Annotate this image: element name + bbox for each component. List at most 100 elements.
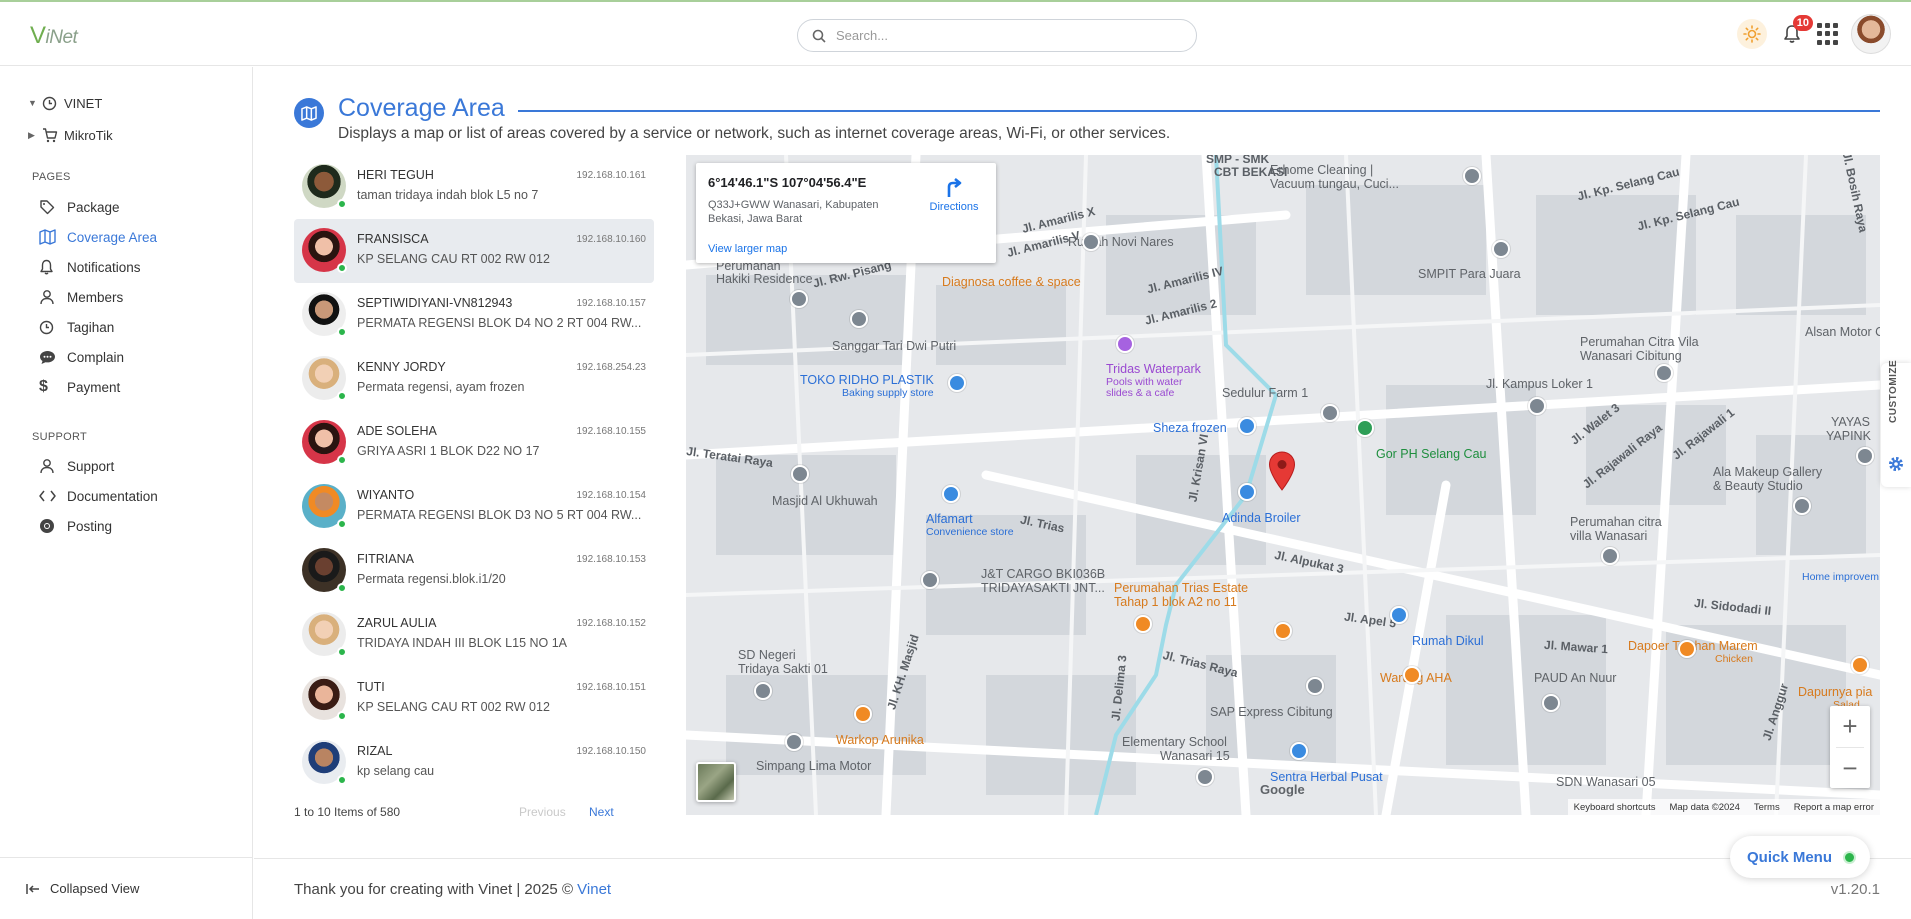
map-label: Simpang Lima Motor: [756, 759, 872, 773]
map-attribution: Keyboard shortcuts Map data ©2024 Terms …: [1567, 799, 1880, 815]
sidebar-item-label: Complain: [67, 349, 125, 365]
sidebar-item-payment[interactable]: $ Payment: [0, 372, 252, 402]
coverage-map[interactable]: SMP - SMK CBT BEKASI Erhome Cleaning | V…: [686, 155, 1880, 815]
sidebar-item-support[interactable]: Support: [0, 451, 252, 481]
sidebar-item-tagihan[interactable]: Tagihan: [0, 312, 252, 342]
place-marker[interactable]: [948, 374, 966, 392]
directions-button[interactable]: Directions: [924, 177, 984, 213]
satellite-layer-button[interactable]: [696, 762, 736, 802]
sidebar-group-mikrotik[interactable]: ▶ MikroTik: [0, 119, 252, 151]
sidebar-item-label: Members: [67, 289, 124, 305]
place-marker[interactable]: [1274, 622, 1292, 640]
place-marker[interactable]: [1655, 364, 1673, 382]
zoom-in-button[interactable]: +: [1830, 706, 1870, 747]
customer-list-item[interactable]: SEPTIWIDIYANI-VN812943 PERMATA REGENSI B…: [294, 283, 654, 347]
map-label: Gor PH Selang Cau: [1376, 447, 1487, 461]
place-marker[interactable]: [1390, 606, 1408, 624]
place-marker[interactable]: [754, 682, 772, 700]
customer-list-item[interactable]: KENNY JORDY Permata regensi, ayam frozen…: [294, 347, 654, 411]
sidebar-group-vinet[interactable]: ▼ VINET: [0, 87, 252, 119]
place-marker[interactable]: [921, 571, 939, 589]
sidebar-item-complain[interactable]: Complain: [0, 342, 252, 372]
zoom-out-button[interactable]: −: [1830, 748, 1870, 789]
map-data-label: Map data ©2024: [1669, 801, 1740, 813]
collapse-sidebar-button[interactable]: Collapsed View: [0, 857, 252, 919]
location-pin-icon[interactable]: [1268, 451, 1296, 491]
customer-list-item[interactable]: ZARUL AULIA TRIDAYA INDAH III BLOK L15 N…: [294, 603, 654, 667]
place-marker[interactable]: [1856, 447, 1874, 465]
place-marker[interactable]: [1492, 240, 1510, 258]
place-marker[interactable]: [1851, 656, 1869, 674]
place-marker[interactable]: [1306, 677, 1324, 695]
sidebar-item-package[interactable]: Package: [0, 192, 252, 222]
customize-panel-tab[interactable]: CUSTOMIZE: [1881, 360, 1911, 487]
place-marker[interactable]: [1542, 694, 1560, 712]
place-marker[interactable]: [790, 290, 808, 308]
sidebar-item-members[interactable]: Members: [0, 282, 252, 312]
sidebar-item-label: Documentation: [67, 488, 158, 504]
place-marker[interactable]: [1463, 167, 1481, 185]
notifications-button[interactable]: 10: [1779, 15, 1813, 47]
previous-page-button[interactable]: Previous: [519, 805, 566, 819]
customer-list-item[interactable]: FRANSISCA KP SELANG CAU RT 002 RW 012 19…: [294, 219, 654, 283]
place-marker[interactable]: [854, 705, 872, 723]
place-marker[interactable]: [1321, 404, 1339, 422]
place-marker[interactable]: [1238, 417, 1256, 435]
customer-list-item[interactable]: FITRIANA Permata regensi.blok.i1/20 192.…: [294, 539, 654, 603]
place-marker[interactable]: [1356, 419, 1374, 437]
place-marker[interactable]: [1116, 335, 1134, 353]
app-logo[interactable]: ViNet: [30, 22, 78, 50]
sidebar-item-posting[interactable]: Posting: [0, 511, 252, 541]
place-marker[interactable]: [791, 465, 809, 483]
place-marker[interactable]: [785, 733, 803, 751]
customer-ip: 192.168.10.161: [576, 170, 646, 181]
apps-grid-button[interactable]: [1817, 23, 1839, 45]
map-label: Hakiki Residence: [716, 272, 813, 286]
online-status-dot: [337, 775, 347, 785]
user-avatar[interactable]: [1851, 14, 1891, 54]
keyboard-shortcuts-link[interactable]: Keyboard shortcuts: [1574, 802, 1656, 813]
customer-list-item[interactable]: WIYANTO PERMATA REGENSI BLOK D3 NO 5 RT …: [294, 475, 654, 539]
place-marker[interactable]: [1196, 768, 1214, 786]
place-marker[interactable]: [1793, 497, 1811, 515]
sun-icon: [1743, 25, 1761, 43]
vinet-link[interactable]: Vinet: [577, 881, 611, 898]
theme-toggle-button[interactable]: [1737, 19, 1767, 49]
place-marker[interactable]: [942, 485, 960, 503]
place-marker[interactable]: [1678, 640, 1696, 658]
customer-list-item[interactable]: RIZAL kp selang cau 192.168.10.150: [294, 731, 654, 795]
online-status-dot: [337, 327, 347, 337]
quick-menu-label: Quick Menu: [1747, 848, 1833, 866]
chevron-right-icon: ▶: [28, 129, 35, 140]
map-plus-code: Q33J+GWW Wanasari, Kabupaten Bekasi, Jaw…: [708, 199, 879, 225]
place-marker[interactable]: [1403, 666, 1421, 684]
terms-link[interactable]: Terms: [1754, 802, 1780, 813]
place-marker[interactable]: [1082, 233, 1100, 251]
place-marker[interactable]: [1601, 547, 1619, 565]
customer-list-item[interactable]: ADE SOLEHA GRIYA ASRI 1 BLOK D22 NO 17 1…: [294, 411, 654, 475]
customer-list-item[interactable]: TUTI KP SELANG CAU RT 002 RW 012 192.168…: [294, 667, 654, 731]
place-marker[interactable]: [1290, 742, 1308, 760]
map-label: Chicken: [1715, 653, 1753, 665]
customer-list-item[interactable]: HERI TEGUH taman tridaya indah blok L5 n…: [294, 155, 654, 219]
place-marker[interactable]: [1134, 615, 1152, 633]
place-marker[interactable]: [1528, 397, 1546, 415]
sidebar-item-notifications[interactable]: Notifications: [0, 252, 252, 282]
search-input[interactable]: [836, 28, 1166, 43]
google-logo: Google: [1260, 782, 1305, 797]
next-page-button[interactable]: Next: [589, 805, 614, 819]
pages-section-label: PAGES: [32, 171, 71, 183]
place-marker[interactable]: [850, 310, 868, 328]
place-marker[interactable]: [1238, 483, 1256, 501]
quick-menu-button[interactable]: Quick Menu: [1730, 836, 1870, 878]
online-status-dot: [337, 519, 347, 529]
search-icon: [812, 29, 826, 43]
map-label: PAUD An Nuur: [1534, 671, 1617, 685]
report-map-error-link[interactable]: Report a map error: [1794, 802, 1874, 813]
sidebar-item-coverage-area[interactable]: Coverage Area: [0, 222, 252, 252]
sidebar-item-documentation[interactable]: Documentation: [0, 481, 252, 511]
view-larger-map-link[interactable]: View larger map: [708, 243, 787, 255]
customer-name: KENNY JORDY: [357, 360, 446, 374]
online-status-dot: [337, 391, 347, 401]
search-box[interactable]: [797, 19, 1197, 52]
